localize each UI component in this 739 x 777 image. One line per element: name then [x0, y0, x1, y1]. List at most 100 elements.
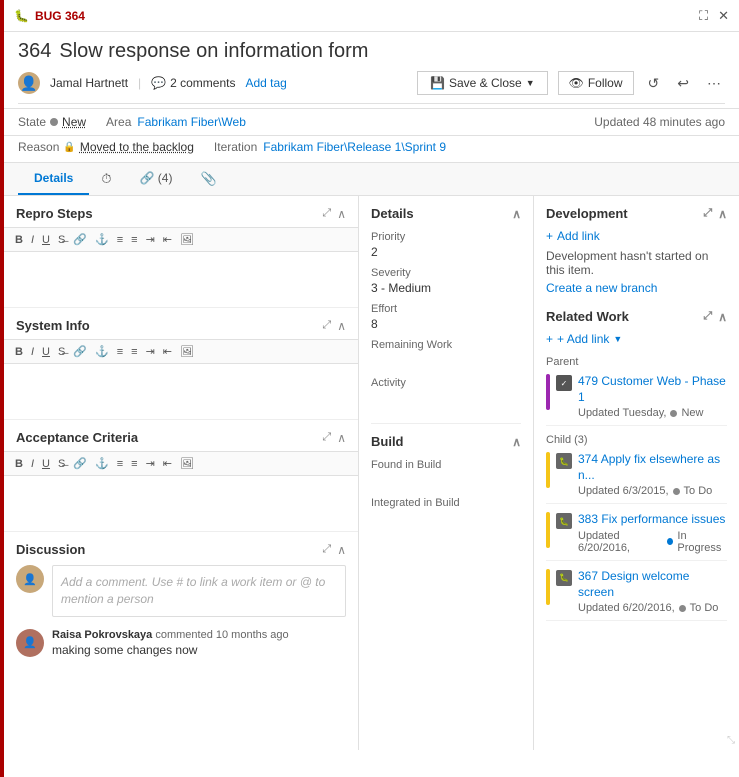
close-icon[interactable]: ✕: [718, 8, 729, 24]
strikethrough-btn[interactable]: S̶: [55, 233, 68, 247]
ac-listol-btn[interactable]: ≡: [128, 457, 140, 471]
details-title: Details ∧: [371, 206, 521, 221]
underline-btn[interactable]: U: [39, 233, 53, 247]
related-expand-icon[interactable]: ⤢: [703, 310, 712, 323]
iteration-value[interactable]: Fabrikam Fiber\Release 1\Sprint 9: [263, 140, 446, 154]
ac-outdent-btn[interactable]: ⇤: [160, 456, 175, 471]
found-in-value[interactable]: [371, 473, 521, 489]
si-listol-btn[interactable]: ≡: [128, 345, 140, 359]
commenter-name: Raisa Pokrovskaya: [52, 629, 152, 641]
mid-panel: Details ∧ Priority 2 Severity 3 - Medium…: [359, 196, 534, 750]
comment-input[interactable]: Add a comment. Use # to link a work item…: [52, 565, 346, 617]
bold-btn[interactable]: B: [12, 233, 26, 247]
related-work-section: Related Work ⤢ ∧ + + Add link ▼ Parent ✓: [546, 309, 727, 621]
refresh-button[interactable]: ↺: [644, 73, 664, 94]
si-underline-btn[interactable]: U: [39, 345, 53, 359]
repro-steps-content[interactable]: [4, 252, 358, 307]
tab-links[interactable]: 🔗 (4): [124, 163, 189, 195]
child2-title[interactable]: 383 Fix performance issues: [578, 512, 727, 528]
ac-bold-btn[interactable]: B: [12, 457, 26, 471]
child3-bar: [546, 569, 550, 605]
system-info-content[interactable]: [4, 364, 358, 419]
link-btn[interactable]: 🔗: [70, 232, 90, 247]
child3-title[interactable]: 367 Design welcome screen: [578, 569, 727, 600]
sysinfo-collapse-btn[interactable]: ∧: [337, 319, 346, 333]
integrated-in-value[interactable]: [371, 511, 521, 527]
toolbar-sep: |: [138, 76, 141, 90]
repro-collapse-btn[interactable]: ∧: [337, 207, 346, 221]
si-indent-btn[interactable]: ⇥: [143, 344, 158, 359]
list-ul-btn[interactable]: ≡: [114, 233, 126, 247]
outdent-btn[interactable]: ⇤: [160, 232, 175, 247]
follow-button[interactable]: 👁 Follow: [558, 71, 634, 95]
si-strike-btn[interactable]: S̶: [55, 345, 68, 359]
disc-expand-icon[interactable]: ⤢: [322, 543, 331, 556]
ac-anchor-btn[interactable]: ⚓: [92, 456, 112, 471]
si-outdent-btn[interactable]: ⇤: [160, 344, 175, 359]
tab-details[interactable]: Details: [18, 163, 89, 195]
details-title-text: Details: [371, 206, 414, 221]
si-link-btn[interactable]: 🔗: [70, 344, 90, 359]
state-value[interactable]: New: [62, 115, 86, 129]
commenter-avatar: 👤: [16, 629, 44, 657]
acceptance-controls: ⤢ ∧: [322, 431, 346, 445]
repro-steps-section: Repro Steps ⤢ ∧ B I U S̶ 🔗 ⚓ ≡ ≡ ⇥ ⇤ 🖼: [4, 196, 358, 308]
bug-title[interactable]: Slow response on information form: [59, 40, 368, 63]
save-close-button[interactable]: 💾 Save & Close ▼: [417, 71, 548, 95]
si-anchor-btn[interactable]: ⚓: [92, 344, 112, 359]
comment-text: making some changes now: [52, 643, 346, 657]
anchor-btn[interactable]: ⚓: [92, 232, 112, 247]
list-ol-btn[interactable]: ≡: [128, 233, 140, 247]
repro-steps-controls: ⤢ ∧: [322, 207, 346, 221]
si-image-btn[interactable]: 🖼: [177, 344, 197, 359]
remaining-work-value[interactable]: [371, 353, 521, 369]
comment-body: Raisa Pokrovskaya commented 10 months ag…: [52, 629, 346, 657]
ac-image-btn[interactable]: 🖼: [177, 456, 197, 471]
sysinfo-expand-icon[interactable]: ⤢: [322, 319, 331, 332]
tab-history[interactable]: ⏱: [89, 163, 123, 195]
dev-add-link-btn[interactable]: + Add link: [546, 229, 727, 243]
tab-attachments[interactable]: 📎: [188, 163, 228, 195]
related-add-link-btn[interactable]: + + Add link ▼: [546, 332, 727, 346]
italic-btn[interactable]: I: [28, 233, 37, 247]
more-button[interactable]: ⋯: [703, 73, 725, 94]
si-listul-btn[interactable]: ≡: [114, 345, 126, 359]
comment-input-row: 👤 Add a comment. Use # to link a work it…: [16, 565, 346, 617]
image-btn[interactable]: 🖼: [177, 232, 197, 247]
disc-collapse-btn[interactable]: ∧: [337, 543, 346, 557]
indent-btn[interactable]: ⇥: [143, 232, 158, 247]
ac-content[interactable]: [4, 476, 358, 531]
dev-expand-icon[interactable]: ⤢: [703, 207, 712, 220]
ac-expand-icon[interactable]: ⤢: [322, 431, 331, 444]
ac-collapse-btn[interactable]: ∧: [337, 431, 346, 445]
ac-underline-btn[interactable]: U: [39, 457, 53, 471]
si-italic-btn[interactable]: I: [28, 345, 37, 359]
details-collapse[interactable]: ∧: [512, 207, 521, 221]
ac-strike-btn[interactable]: S̶: [55, 457, 68, 471]
ac-italic-btn[interactable]: I: [28, 457, 37, 471]
expand-icon[interactable]: ⛶: [699, 8, 708, 24]
create-branch-link[interactable]: Create a new branch: [546, 281, 657, 295]
right-panel: Development ⤢ ∧ + Add link Development h…: [534, 196, 739, 750]
resize-grip[interactable]: ⤡: [727, 735, 735, 746]
ac-listul-btn[interactable]: ≡: [114, 457, 126, 471]
reason-value[interactable]: Moved to the backlog: [80, 140, 194, 154]
repro-expand-icon[interactable]: ⤢: [322, 207, 331, 220]
ac-link-btn[interactable]: 🔗: [70, 456, 90, 471]
severity-value[interactable]: 3 - Medium: [371, 281, 521, 295]
effort-label: Effort: [371, 303, 521, 315]
dev-collapse-btn[interactable]: ∧: [718, 207, 727, 221]
area-value[interactable]: Fabrikam Fiber\Web: [137, 115, 245, 129]
priority-value[interactable]: 2: [371, 245, 521, 259]
effort-value[interactable]: 8: [371, 317, 521, 331]
build-collapse[interactable]: ∧: [512, 435, 521, 449]
related-collapse-btn[interactable]: ∧: [718, 310, 727, 324]
si-bold-btn[interactable]: B: [12, 345, 26, 359]
activity-value[interactable]: [371, 391, 521, 407]
ac-indent-btn[interactable]: ⇥: [143, 456, 158, 471]
child1-title[interactable]: 374 Apply fix elsewhere as n...: [578, 452, 727, 483]
toolbar-comments[interactable]: 💬 2 comments: [151, 76, 235, 90]
parent-title[interactable]: 479 Customer Web - Phase 1: [578, 374, 727, 405]
add-tag-btn[interactable]: Add tag: [245, 76, 286, 90]
undo-button[interactable]: ↩: [673, 73, 693, 94]
